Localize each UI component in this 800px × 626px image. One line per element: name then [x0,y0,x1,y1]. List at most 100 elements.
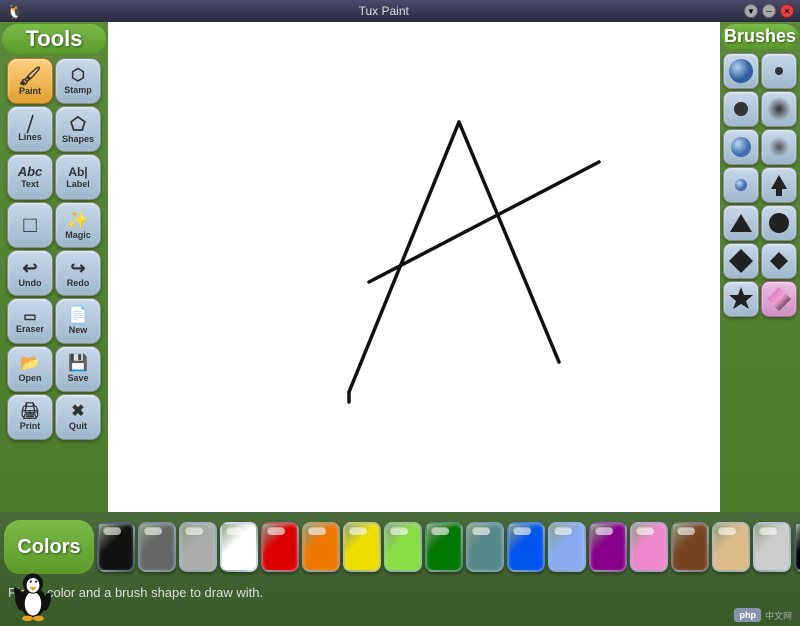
save-label: Save [67,373,88,383]
tool-label[interactable]: Ab| Label [55,154,101,200]
brush-sphere-medium[interactable] [723,129,759,165]
brush-row-3 [723,129,797,165]
main-container: Tools 🖌 Paint ⬡ Stamp ╲ Lines ⬠ S [0,22,800,626]
color-swatch-brown[interactable] [671,522,709,572]
text-label: Text [21,179,39,189]
open-label: Open [18,373,41,383]
brush-row-5 [723,205,797,241]
bottom-area: Colors Pick a color and a brush shape to… [0,512,800,626]
color-swatch-gray[interactable] [179,522,217,572]
label-icon: Ab| [68,166,87,178]
window-controls: ▼ ─ ✕ [744,4,794,18]
new-icon: 📄 [68,308,88,324]
new-label: New [69,325,88,335]
tools-header: Tools [2,24,106,54]
color-swatch-teal[interactable] [466,522,504,572]
tool-eraser[interactable]: ▭ Eraser [7,298,53,344]
redo-label: Redo [67,278,90,288]
color-swatch-red[interactable] [261,522,299,572]
undo-icon: ↩ [22,259,37,277]
tool-row-5: ↩ Undo ↪ Redo [7,250,101,296]
color-swatch-dark-gray[interactable] [138,522,176,572]
brush-row-1 [723,53,797,89]
canvas-area[interactable] [108,22,720,512]
color-swatch-skin[interactable] [712,522,750,572]
php-logo: php 中文网 [734,608,792,622]
brush-triangle[interactable] [723,205,759,241]
color-swatch-pink[interactable] [630,522,668,572]
tool-print[interactable]: 🖨 Print [7,394,53,440]
shapes-icon: ⬠ [70,115,86,133]
tool-lines[interactable]: ╲ Lines [7,106,53,152]
brushes-panel: Brushes [720,22,800,512]
minimize-button[interactable]: ▼ [744,4,758,18]
tool-open[interactable]: 📂 Open [7,346,53,392]
color-swatch-black[interactable] [97,522,135,572]
tool-text[interactable]: Abc Text [7,154,53,200]
tool-row-4: □ ✨ Magic [7,202,101,248]
brush-star[interactable] [723,281,759,317]
tools-panel: Tools 🖌 Paint ⬡ Stamp ╲ Lines ⬠ S [0,22,108,512]
text-icon: Abc [18,165,43,178]
brush-row-6 [723,243,797,279]
tool-row-1: 🖌 Paint ⬡ Stamp [7,58,101,104]
brush-diamond-small[interactable] [761,243,797,279]
brush-up-arrow[interactable] [761,167,797,203]
lines-icon: ╲ [22,116,38,132]
color-swatch-light-green[interactable] [384,522,422,572]
print-icon: 🖨 [20,404,40,420]
color-swatch-purple[interactable] [589,522,627,572]
color-swatch-blue[interactable] [507,522,545,572]
brush-dot-small[interactable] [761,53,797,89]
color-swatch-green[interactable] [425,522,463,572]
drawing-canvas[interactable] [108,22,720,512]
color-swatch-orange[interactable] [302,522,340,572]
label-label: Label [66,179,90,189]
close-button[interactable]: ✕ [780,4,794,18]
stamp-icon: ⬡ [71,68,85,84]
eraser-label: Eraser [16,324,44,334]
brush-blur-medium[interactable] [761,129,797,165]
tool-shapes[interactable]: ⬠ Shapes [55,106,101,152]
brush-circle-outline[interactable] [761,205,797,241]
brush-row-4 [723,167,797,203]
open-icon: 📂 [20,356,40,372]
top-area: Tools 🖌 Paint ⬡ Stamp ╲ Lines ⬠ S [0,22,800,512]
tool-row-7: 📂 Open 💾 Save [7,346,101,392]
maximize-button[interactable]: ─ [762,4,776,18]
color-swatch-light-gray2[interactable] [753,522,791,572]
brush-diamond-outline[interactable] [723,243,759,279]
tool-fill[interactable]: □ [7,202,53,248]
tool-paint[interactable]: 🖌 Paint [7,58,53,104]
tool-save[interactable]: 💾 Save [55,346,101,392]
color-swatch-light-blue[interactable] [548,522,586,572]
eraser-icon: ▭ [23,309,36,323]
magic-label: Magic [65,230,91,240]
fill-icon: □ [23,214,36,236]
brush-dot-medium[interactable] [723,91,759,127]
tool-magic[interactable]: ✨ Magic [55,202,101,248]
color-swatch-yellow[interactable] [343,522,381,572]
tool-redo[interactable]: ↪ Redo [55,250,101,296]
paint-icon: 🖌 [19,67,42,85]
color-swatch-black2[interactable] [794,522,800,572]
tool-undo[interactable]: ↩ Undo [7,250,53,296]
quit-label: Quit [69,421,87,431]
brush-blur-large[interactable] [761,91,797,127]
tux-penguin [8,567,58,622]
undo-label: Undo [19,278,42,288]
titlebar: 🐧 Tux Paint ▼ ─ ✕ [0,0,800,22]
tool-quit[interactable]: ✖ Quit [55,394,101,440]
lines-label: Lines [18,132,42,142]
stamp-label: Stamp [64,85,92,95]
status-bar: Pick a color and a brush shape to draw w… [0,580,800,604]
color-swatch-white[interactable] [220,522,258,572]
brush-sphere-large[interactable] [723,53,759,89]
shapes-label: Shapes [62,134,94,144]
save-icon: 💾 [68,356,88,372]
tool-stamp[interactable]: ⬡ Stamp [55,58,101,104]
brush-gradient-sweep[interactable] [761,281,797,317]
redo-icon: ↪ [70,259,85,277]
tool-new[interactable]: 📄 New [55,298,101,344]
brush-sphere-small[interactable] [723,167,759,203]
